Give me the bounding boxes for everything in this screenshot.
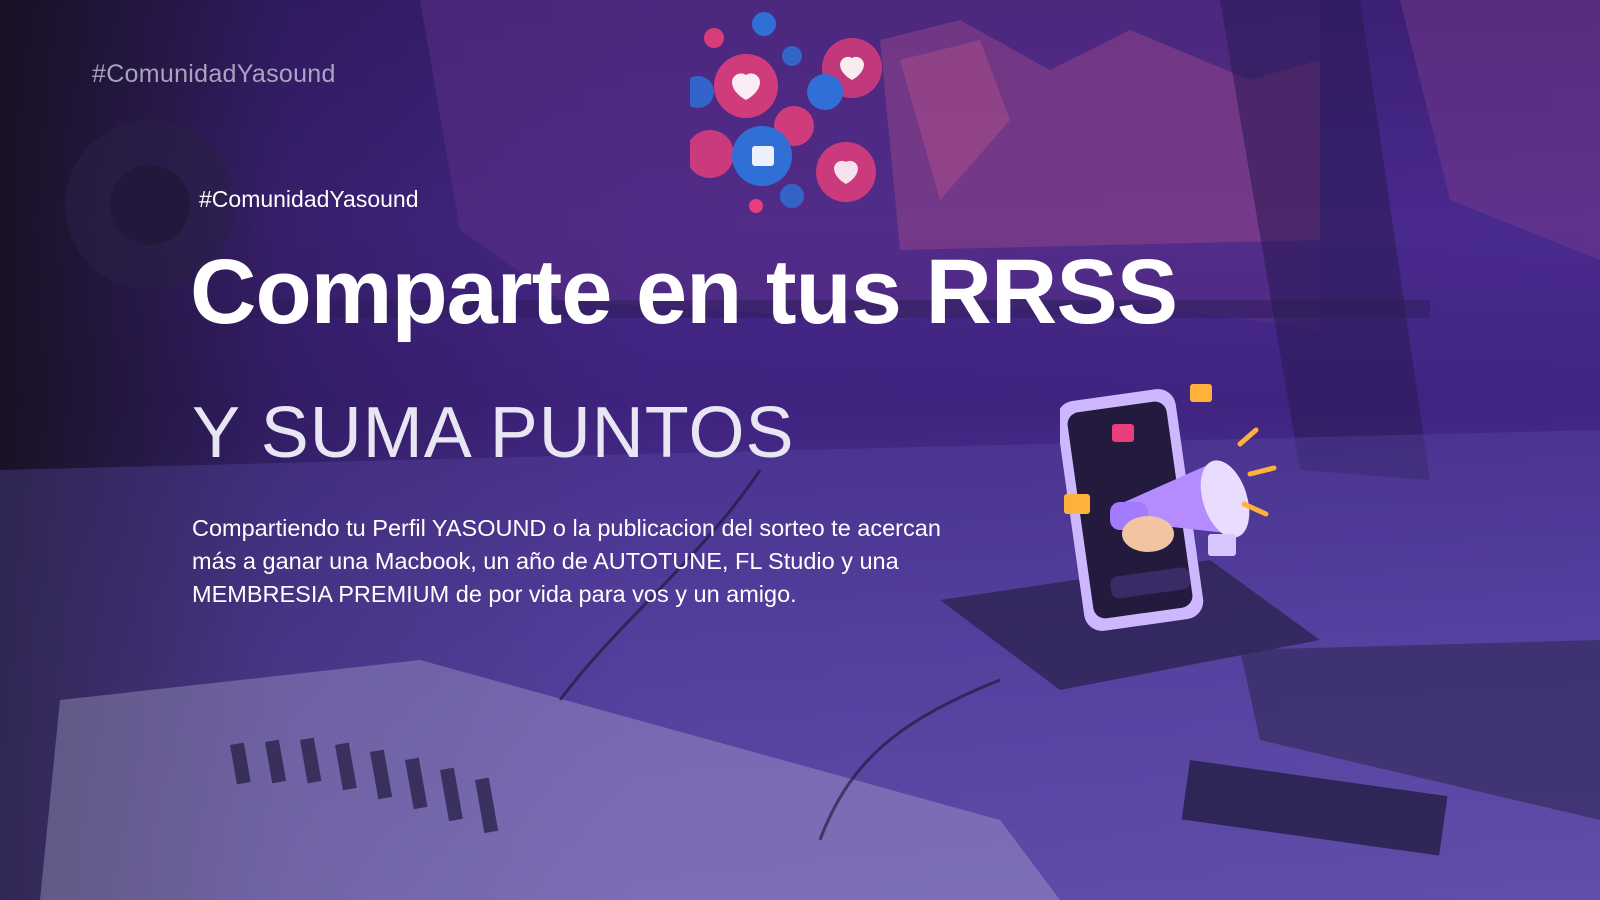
social-reactions-icon-cluster xyxy=(682,6,910,226)
page-subtitle: Y SUMA PUNTOS xyxy=(192,393,795,473)
promo-slide: #ComunidadYasound #ComunidadYasound Comp… xyxy=(0,0,1600,900)
phone-megaphone-illustration xyxy=(1056,384,1300,644)
page-title: Comparte en tus RRSS xyxy=(190,241,1178,343)
megaphone-icon xyxy=(1056,384,1277,631)
hashtag-watermark: #ComunidadYasound xyxy=(92,60,336,88)
hashtag-label: #ComunidadYasound xyxy=(199,186,419,212)
heart-and-like-reactions-icon xyxy=(682,12,882,213)
description-text: Compartiendo tu Perfil YASOUND o la publ… xyxy=(192,515,941,607)
